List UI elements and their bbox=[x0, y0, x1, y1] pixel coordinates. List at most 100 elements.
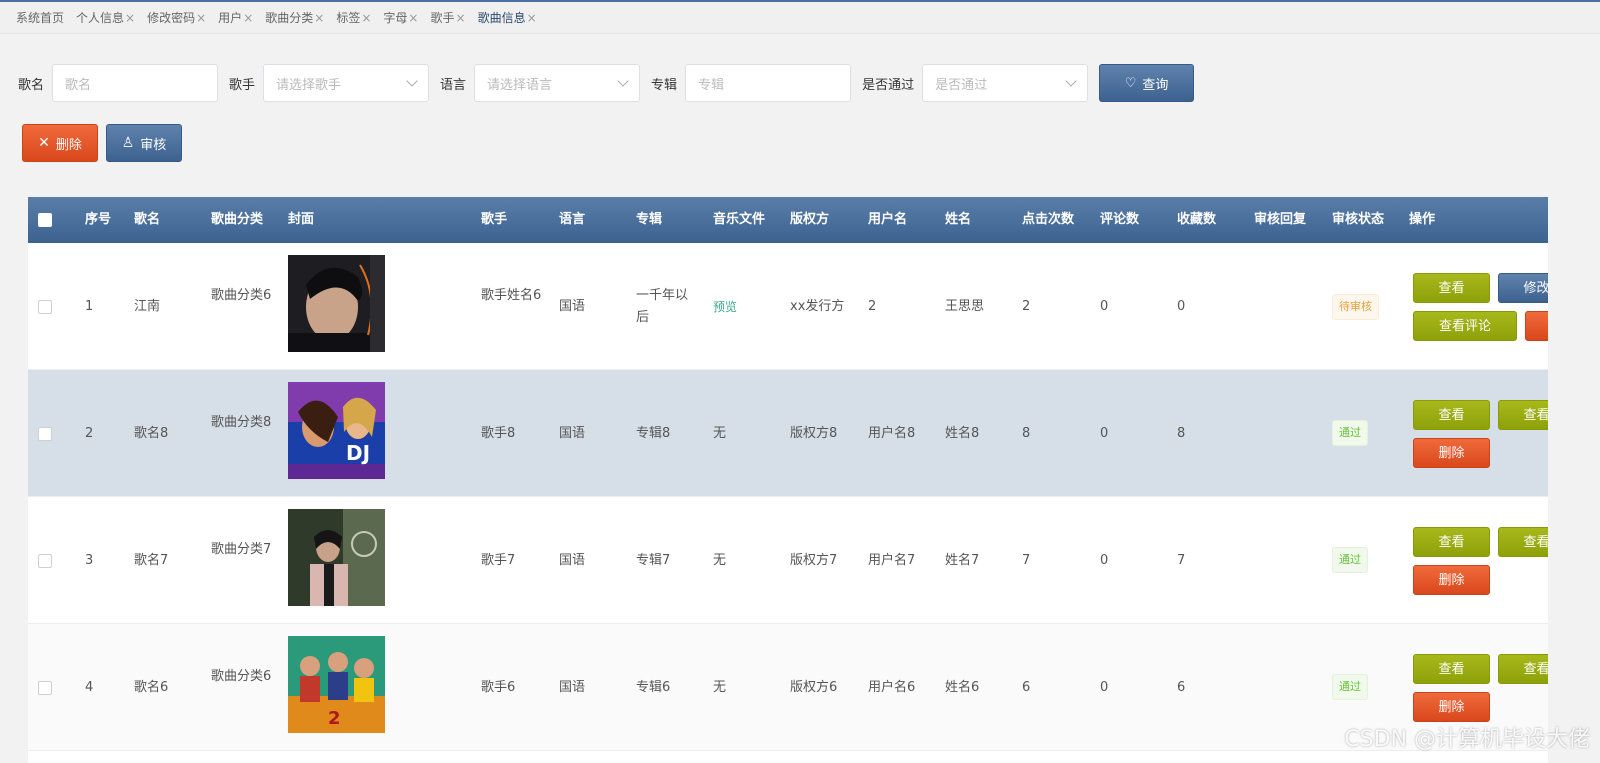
preview-link[interactable]: 预览 bbox=[713, 296, 737, 318]
tab-bar: 系统首页 个人信息 × 修改密码 × 用户 × 歌曲分类 × 标签 × 字母 × 歌手 × 歌… bbox=[0, 2, 1600, 34]
album-input[interactable]: 专辑 bbox=[685, 64, 852, 102]
view-button[interactable]: 查看 bbox=[1413, 654, 1490, 684]
table-header: 序号 歌名 歌曲分类 封面 歌手 语言 专辑 音乐文件 版权方 用户名 姓名 点… bbox=[28, 197, 1548, 243]
heart-icon: ♡ bbox=[1124, 75, 1137, 91]
col-language: 语言 bbox=[559, 212, 586, 227]
delete-button[interactable]: 删除 bbox=[1413, 692, 1490, 722]
col-audit-reply: 审核回复 bbox=[1254, 212, 1307, 227]
cell-singer: 歌手6 bbox=[481, 680, 516, 695]
cell-language: 国语 bbox=[559, 299, 586, 314]
tab-letters[interactable]: 字母 × bbox=[383, 9, 418, 26]
cell-music-file: 无 bbox=[713, 426, 727, 441]
cell-copyright: 版权方8 bbox=[790, 426, 838, 441]
cover-image: DJ bbox=[288, 382, 385, 479]
cell-no: 4 bbox=[85, 680, 94, 695]
close-icon[interactable]: × bbox=[456, 11, 466, 25]
view-button[interactable]: 查看 bbox=[1413, 400, 1490, 430]
cell-album: 一千年以后 bbox=[636, 288, 689, 325]
cell-singer: 歌手8 bbox=[481, 426, 516, 441]
edit-button[interactable]: 修改 bbox=[1498, 273, 1548, 303]
bulk-delete-button[interactable]: ✕ 删除 bbox=[22, 124, 98, 162]
status-badge: 通过 bbox=[1332, 420, 1368, 446]
cell-category: 歌曲分类8 bbox=[211, 415, 272, 430]
tab-song-info[interactable]: 歌曲信息 × bbox=[478, 9, 537, 26]
close-icon[interactable]: × bbox=[527, 11, 537, 25]
close-icon[interactable]: × bbox=[361, 11, 371, 25]
cell-music-file: 无 bbox=[713, 553, 727, 568]
cell-clicks: 7 bbox=[1022, 553, 1031, 568]
view-button-2[interactable]: 查看 bbox=[1498, 400, 1548, 430]
row-checkbox[interactable] bbox=[38, 554, 52, 568]
cell-song: 歌名8 bbox=[134, 426, 169, 441]
close-icon[interactable]: × bbox=[125, 11, 135, 25]
close-icon[interactable]: × bbox=[243, 11, 253, 25]
cover-image: 2 bbox=[288, 636, 385, 733]
singer-label: 歌手 bbox=[229, 77, 256, 93]
cell-no: 3 bbox=[85, 553, 94, 568]
song-name-input[interactable]: 歌名 bbox=[52, 64, 219, 102]
query-button[interactable]: ♡ 查询 bbox=[1099, 64, 1195, 102]
album-label: 专辑 bbox=[651, 77, 678, 93]
view-button[interactable]: 查看 bbox=[1413, 527, 1490, 557]
row-checkbox[interactable] bbox=[38, 427, 52, 441]
row-checkbox[interactable] bbox=[38, 681, 52, 695]
cell-comments: 0 bbox=[1100, 426, 1109, 441]
close-icon[interactable]: × bbox=[314, 11, 324, 25]
cell-song: 江南 bbox=[134, 299, 161, 314]
tab-change-password[interactable]: 修改密码 × bbox=[147, 9, 206, 26]
delete-button[interactable]: 删除 bbox=[1413, 438, 1490, 468]
svg-text:DJ: DJ bbox=[346, 441, 370, 465]
cell-singer: 歌手姓名6 bbox=[481, 288, 542, 303]
table-row: 4 歌名6 歌曲分类6 2 歌手6 国语 专辑6 无 版权方6 用户名6 姓名6… bbox=[28, 624, 1548, 751]
cell-username: 用户名8 bbox=[868, 426, 916, 441]
row-checkbox[interactable] bbox=[38, 300, 52, 314]
tab-home[interactable]: 系统首页 bbox=[16, 9, 64, 26]
col-clicks: 点击次数 bbox=[1022, 212, 1075, 227]
view-comments-button[interactable]: 查看评论 bbox=[1413, 311, 1517, 341]
view-button[interactable]: 查看 bbox=[1413, 273, 1490, 303]
cell-song: 歌名7 bbox=[134, 553, 169, 568]
language-select[interactable]: 请选择语言 bbox=[474, 64, 641, 102]
select-all-checkbox[interactable] bbox=[38, 213, 52, 227]
song-table: 序号 歌名 歌曲分类 封面 歌手 语言 专辑 音乐文件 版权方 用户名 姓名 点… bbox=[28, 197, 1548, 763]
delete-button[interactable]: 删除 bbox=[1413, 565, 1490, 595]
status-badge: 待审核 bbox=[1332, 294, 1379, 320]
col-comments: 评论数 bbox=[1100, 212, 1140, 227]
col-singer: 歌手 bbox=[481, 212, 508, 227]
audit-button[interactable]: ♙ 审核 bbox=[106, 124, 182, 162]
table-row: 1 江南 歌曲分类6 歌手姓名6 国语 一千年以后 预览 xx发行方 2 王思思… bbox=[28, 243, 1548, 370]
singer-select[interactable]: 请选择歌手 bbox=[263, 64, 430, 102]
cell-name: 姓名8 bbox=[945, 426, 980, 441]
delete-button[interactable] bbox=[1525, 311, 1548, 341]
close-icon[interactable]: × bbox=[408, 11, 418, 25]
view-button-2[interactable]: 查看 bbox=[1498, 654, 1548, 684]
tab-tags[interactable]: 标签 × bbox=[336, 9, 371, 26]
col-username: 用户名 bbox=[868, 212, 908, 227]
col-operations: 操作 bbox=[1409, 212, 1436, 227]
cell-music-file: 无 bbox=[713, 680, 727, 695]
status-badge: 通过 bbox=[1332, 674, 1368, 700]
tab-profile[interactable]: 个人信息 × bbox=[76, 9, 135, 26]
col-album: 专辑 bbox=[636, 212, 663, 227]
tab-song-category[interactable]: 歌曲分类 × bbox=[265, 9, 324, 26]
passed-select[interactable]: 是否通过 bbox=[922, 64, 1089, 102]
bulk-actions: ✕ 删除 ♙ 审核 bbox=[22, 124, 182, 162]
tab-users[interactable]: 用户 × bbox=[218, 9, 253, 26]
close-icon[interactable]: × bbox=[196, 11, 206, 25]
cell-no: 2 bbox=[85, 426, 94, 441]
cell-language: 国语 bbox=[559, 680, 586, 695]
cover-image bbox=[288, 255, 385, 352]
cell-favorites: 6 bbox=[1177, 680, 1186, 695]
cell-category: 歌曲分类6 bbox=[211, 288, 272, 303]
song-name-label: 歌名 bbox=[18, 77, 45, 93]
close-icon: ✕ bbox=[38, 135, 50, 151]
view-button-2[interactable]: 查看 bbox=[1498, 527, 1548, 557]
chevron-down-icon bbox=[406, 75, 418, 87]
language-label: 语言 bbox=[440, 77, 467, 93]
col-name: 姓名 bbox=[945, 212, 972, 227]
cell-album: 专辑6 bbox=[636, 680, 671, 695]
chevron-down-icon bbox=[617, 75, 629, 87]
cell-category: 歌曲分类6 bbox=[211, 669, 272, 684]
tab-singers[interactable]: 歌手 × bbox=[430, 9, 465, 26]
cell-language: 国语 bbox=[559, 553, 586, 568]
